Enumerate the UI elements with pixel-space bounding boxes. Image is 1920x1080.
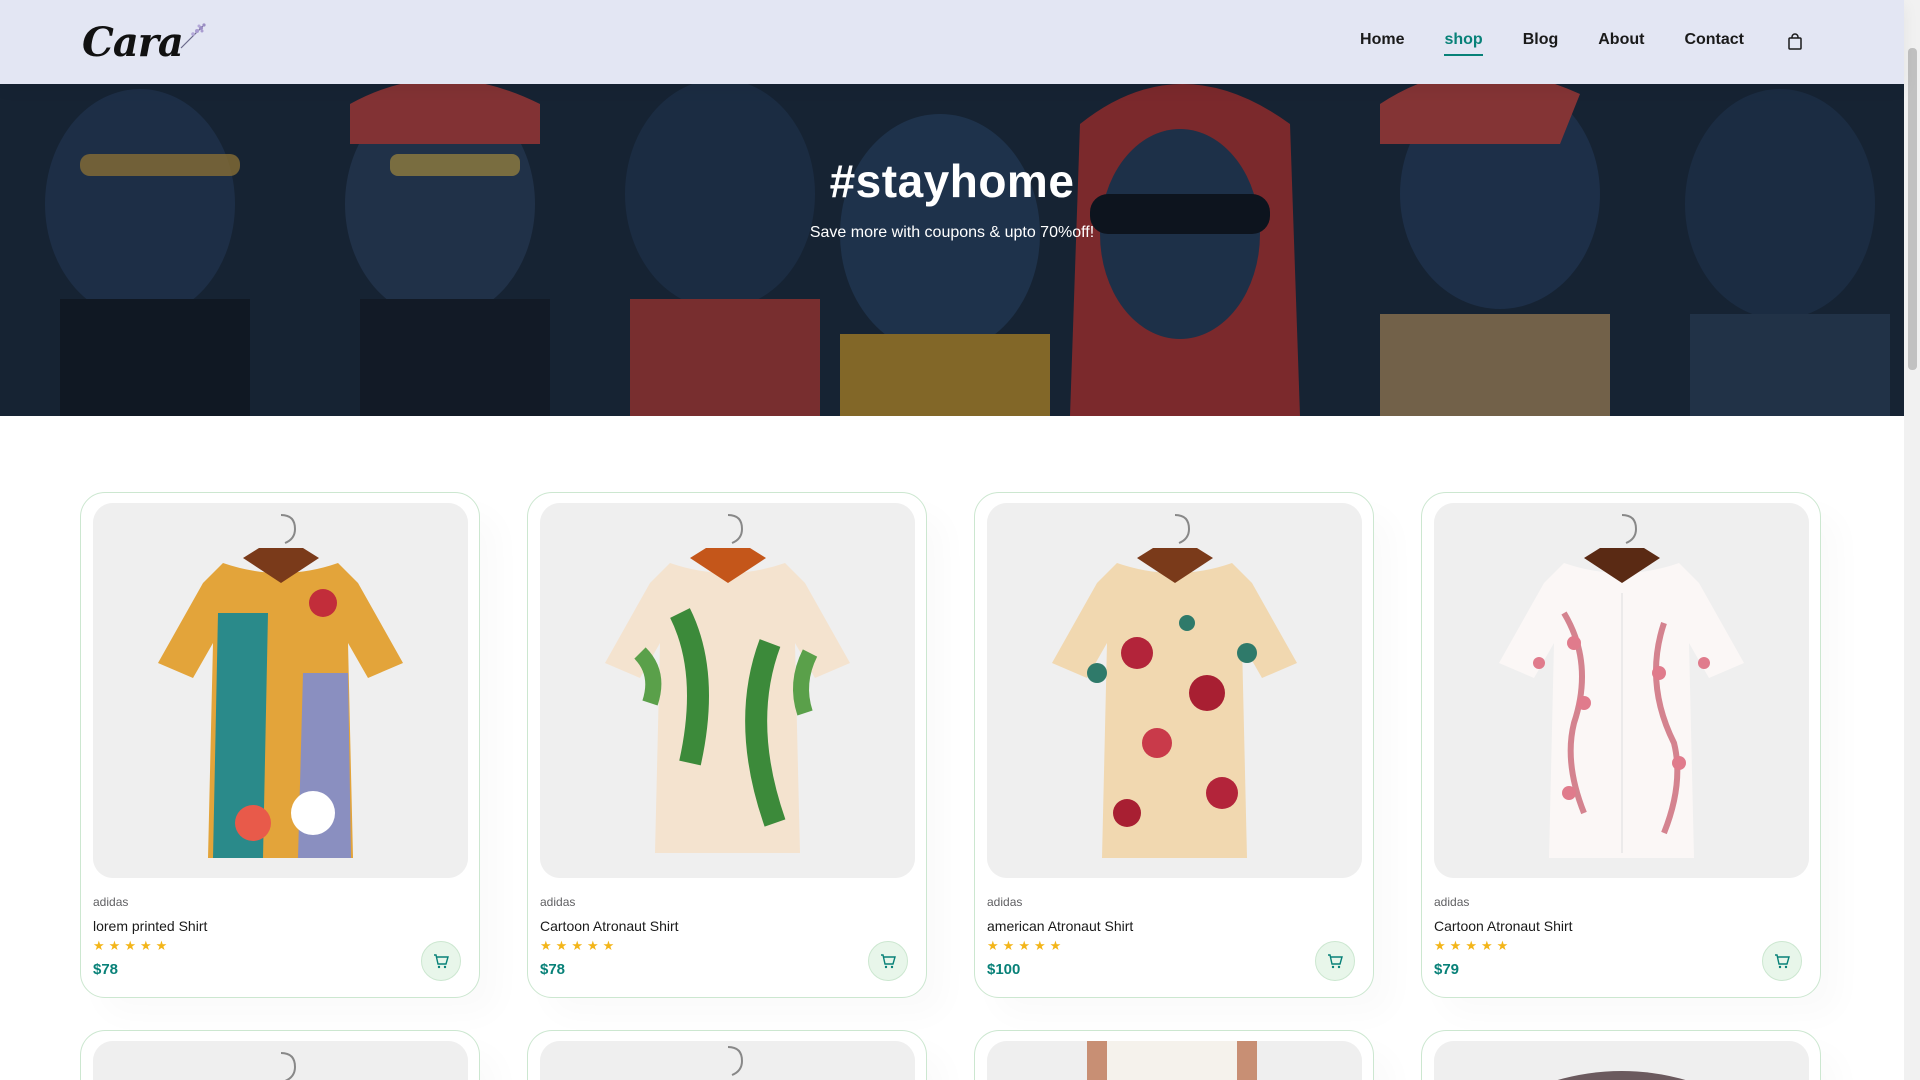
dark-shirt-image <box>1434 1041 1809 1080</box>
star-icon: ★ <box>1033 938 1046 953</box>
product-price: $100 <box>987 961 1021 978</box>
star-icon: ★ <box>602 938 615 953</box>
product-card[interactable] <box>80 1030 480 1080</box>
product-price: $78 <box>540 961 566 978</box>
shopping-bag-icon[interactable] <box>1786 33 1804 51</box>
star-icon: ★ <box>555 938 568 953</box>
star-icon: ★ <box>93 938 105 953</box>
star-rating: ★ ★ ★ ★ ★ <box>1434 939 1508 952</box>
page-hero-banner: #stayhome Save more with coupons & upto … <box>0 84 1904 416</box>
nav-shop[interactable]: shop <box>1444 31 1483 56</box>
product-card[interactable] <box>1421 1030 1821 1080</box>
hero-subtitle: Save more with coupons & upto 70%off! <box>809 223 1095 241</box>
star-rating: ★ ★ ★ ★ ★ <box>987 939 1061 952</box>
star-icon: ★ <box>1018 938 1030 953</box>
logo-text: Cara <box>82 18 184 66</box>
star-icon: ★ <box>1496 938 1509 953</box>
star-icon: ★ <box>1480 938 1493 953</box>
model-shirt-image <box>987 1041 1362 1080</box>
product-image[interactable] <box>540 1041 915 1080</box>
hero-title: #stayhome <box>829 154 1075 207</box>
add-to-cart-button[interactable] <box>868 941 908 981</box>
product-price: $79 <box>1434 961 1460 978</box>
product-image[interactable] <box>987 1041 1362 1080</box>
nav-contact[interactable]: Contact <box>1684 31 1744 53</box>
product-image[interactable] <box>1434 503 1809 878</box>
add-to-cart-button[interactable] <box>1762 941 1802 981</box>
site-header: Cara Home shop Blog About Contact <box>0 0 1904 84</box>
star-icon: ★ <box>1434 938 1446 953</box>
star-icon: ★ <box>139 938 152 953</box>
add-to-cart-button[interactable] <box>1315 941 1355 981</box>
product-card[interactable] <box>974 1030 1374 1080</box>
product-name[interactable]: Cartoon Atronaut Shirt <box>540 918 679 934</box>
product-card[interactable] <box>527 1030 927 1080</box>
star-icon: ★ <box>1002 938 1015 953</box>
main-nav: Home shop Blog About Contact <box>1320 31 1804 56</box>
star-icon: ★ <box>571 938 583 953</box>
product-name[interactable]: Cartoon Atronaut Shirt <box>1434 918 1573 934</box>
star-icon: ★ <box>155 938 168 953</box>
product-card[interactable]: adidas american Atronaut Shirt ★ ★ ★ ★ ★ $10… <box>974 492 1374 998</box>
product-card[interactable]: adidas Cartoon Atronaut Shirt ★ ★ ★ ★ ★ $78 <box>527 492 927 998</box>
product-image[interactable] <box>987 503 1362 878</box>
product-brand: adidas <box>1434 895 1470 909</box>
product-brand: adidas <box>540 895 576 909</box>
cart-icon <box>434 954 449 969</box>
leaf-shirt-image <box>540 503 915 878</box>
hero-overlay <box>0 84 1904 416</box>
product-image[interactable] <box>93 1041 468 1080</box>
nav-blog[interactable]: Blog <box>1523 31 1559 53</box>
floral-shirt-image <box>93 503 468 878</box>
star-rating: ★ ★ ★ ★ ★ <box>540 939 614 952</box>
add-to-cart-button[interactable] <box>421 941 461 981</box>
rose-print-shirt-image <box>987 503 1362 878</box>
product-brand: adidas <box>93 895 129 909</box>
product-brand: adidas <box>987 895 1023 909</box>
hanger-image <box>540 1041 915 1080</box>
product-price: $78 <box>93 961 119 978</box>
cart-icon <box>1328 954 1343 969</box>
cart-icon <box>1775 954 1790 969</box>
product-card[interactable]: adidas lorem printed Shirt ★ ★ ★ ★ ★ $78 <box>80 492 480 998</box>
product-image[interactable] <box>540 503 915 878</box>
cart-icon <box>881 954 896 969</box>
nav-about[interactable]: About <box>1598 31 1644 53</box>
star-icon: ★ <box>1449 938 1462 953</box>
product-name[interactable]: lorem printed Shirt <box>93 918 207 934</box>
page-scrollbar[interactable] <box>1904 0 1920 1080</box>
scrollbar-thumb[interactable] <box>1908 48 1917 370</box>
star-icon: ★ <box>1465 938 1477 953</box>
star-icon: ★ <box>540 938 552 953</box>
star-icon: ★ <box>1049 938 1062 953</box>
product-name[interactable]: american Atronaut Shirt <box>987 918 1133 934</box>
nav-home[interactable]: Home <box>1360 31 1404 53</box>
product-card[interactable]: adidas Cartoon Atronaut Shirt ★ ★ ★ ★ ★ $79 <box>1421 492 1821 998</box>
star-icon: ★ <box>108 938 121 953</box>
star-icon: ★ <box>124 938 136 953</box>
star-icon: ★ <box>586 938 599 953</box>
hanger-image <box>93 1041 468 1080</box>
product-image[interactable] <box>93 503 468 878</box>
star-rating: ★ ★ ★ ★ ★ <box>93 939 167 952</box>
product-image[interactable] <box>1434 1041 1809 1080</box>
logo[interactable]: Cara <box>82 19 209 66</box>
blossom-shirt-image <box>1434 503 1809 878</box>
star-icon: ★ <box>987 938 999 953</box>
lavender-sprig-icon <box>180 23 206 49</box>
